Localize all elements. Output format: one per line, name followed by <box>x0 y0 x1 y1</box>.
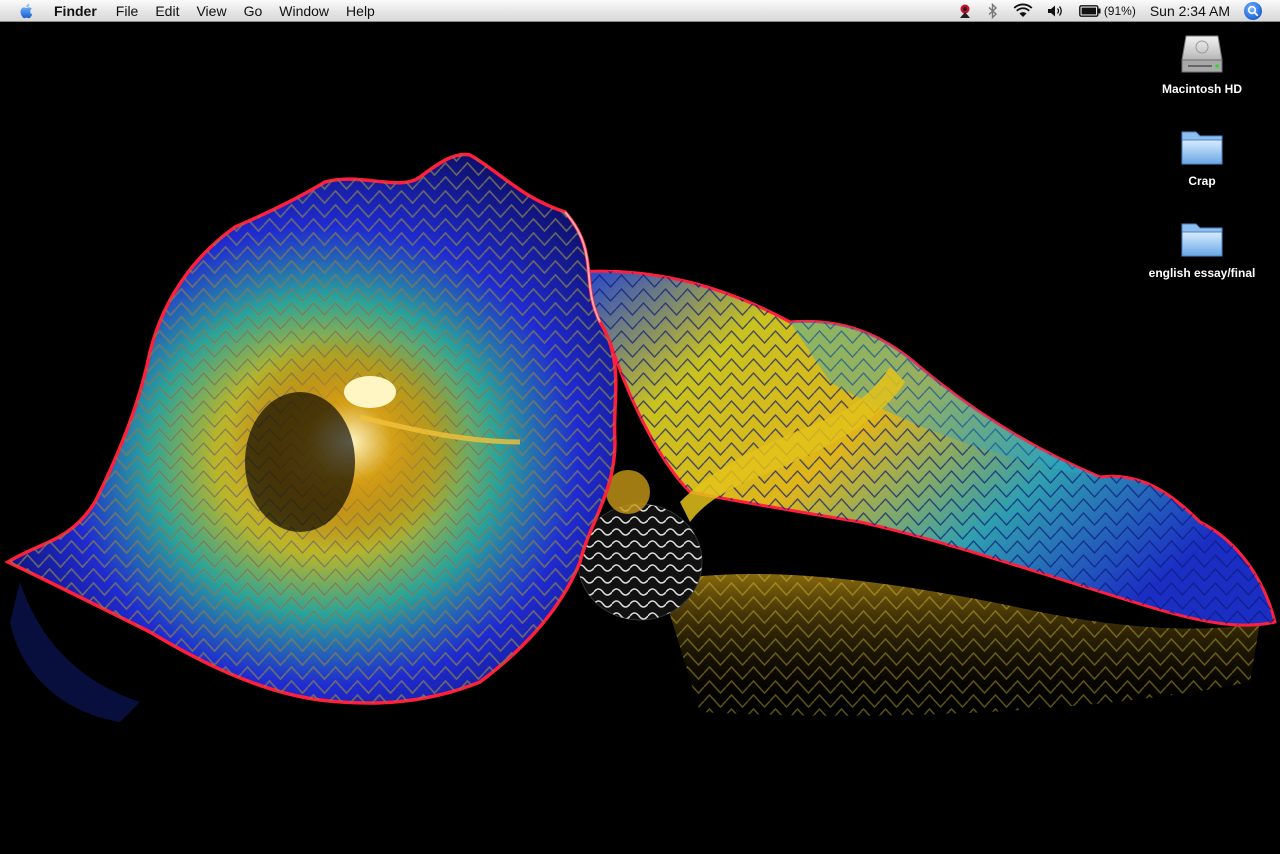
desktop-icon-label: Crap <box>1188 174 1216 188</box>
menu-edit[interactable]: Edit <box>155 3 179 19</box>
menu-help[interactable]: Help <box>346 3 375 19</box>
wifi-icon[interactable] <box>1013 3 1033 19</box>
battery-icon <box>1078 4 1101 17</box>
extra-menu-icon[interactable] <box>957 3 973 19</box>
menu-view[interactable]: View <box>196 3 226 19</box>
volume-icon[interactable] <box>1047 3 1065 19</box>
folder-icon <box>1181 131 1223 165</box>
folder-icon <box>1181 223 1223 257</box>
menu-bar: Finder File Edit View Go Window Help (91… <box>0 0 1280 22</box>
bluetooth-icon[interactable] <box>987 2 999 19</box>
menu-go[interactable]: Go <box>244 3 263 19</box>
menu-finder[interactable]: Finder <box>54 3 97 19</box>
desktop-icon-crap[interactable]: Crap <box>1132 122 1272 188</box>
menu-file[interactable]: File <box>116 3 139 19</box>
desktop-icon-macintosh-hd[interactable]: Macintosh HD <box>1132 30 1272 96</box>
desktop-icon-label: english essay/final <box>1148 266 1256 280</box>
desktop-wallpaper <box>0 22 1280 854</box>
menu-window[interactable]: Window <box>279 3 329 19</box>
menu-clock[interactable]: Sun 2:34 AM <box>1150 3 1230 19</box>
desktop-icon-english-essay-final[interactable]: english essay/final <box>1132 214 1272 280</box>
spotlight-icon[interactable] <box>1244 1 1262 20</box>
battery-status[interactable]: (91%) <box>1078 3 1136 18</box>
menu-extras: (91%) Sun 2:34 AM <box>957 0 1280 21</box>
battery-percent: (91%) <box>1103 3 1136 18</box>
apple-menu-icon[interactable] <box>18 2 36 20</box>
hard-drive-icon <box>1181 35 1223 73</box>
desktop-icon-label: Macintosh HD <box>1161 82 1242 96</box>
